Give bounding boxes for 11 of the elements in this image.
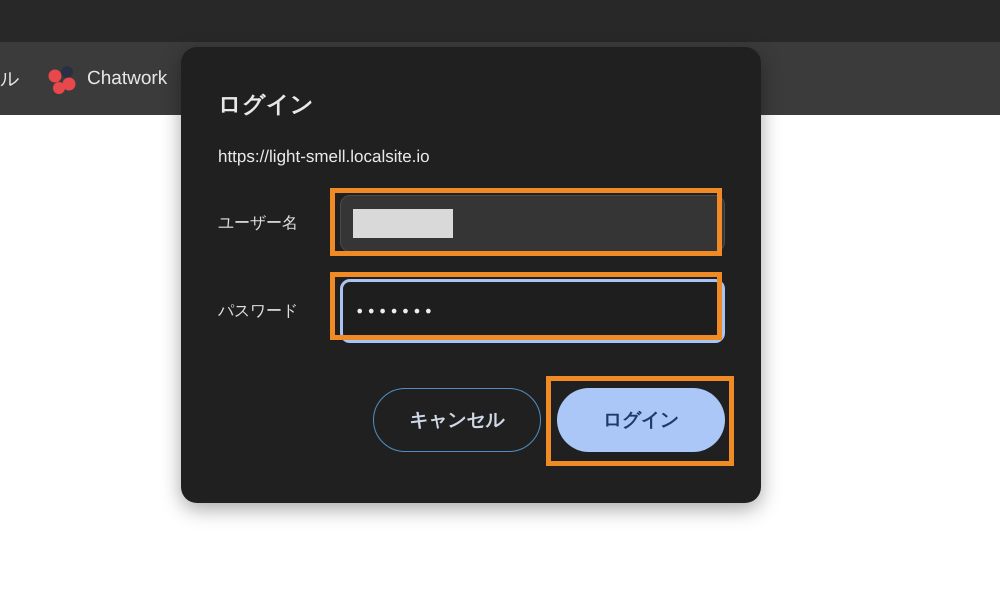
bookmark-label[interactable]: ル <box>0 68 19 90</box>
field-label: ユーザー名 <box>218 213 299 234</box>
cancel-button[interactable]: キャンセル <box>373 388 541 452</box>
flower-logo-icon <box>47 64 77 94</box>
field-label: パスワード <box>218 300 299 322</box>
password-field[interactable]: ••••••• <box>340 279 725 343</box>
site-url: https://light-smell.localsite.io <box>218 146 431 168</box>
bookmark-label[interactable]: Chatwork <box>87 68 168 90</box>
username-field[interactable] <box>340 195 725 252</box>
login-button[interactable]: ログイン <box>557 388 725 452</box>
dialog-title: ログイン <box>218 91 315 119</box>
